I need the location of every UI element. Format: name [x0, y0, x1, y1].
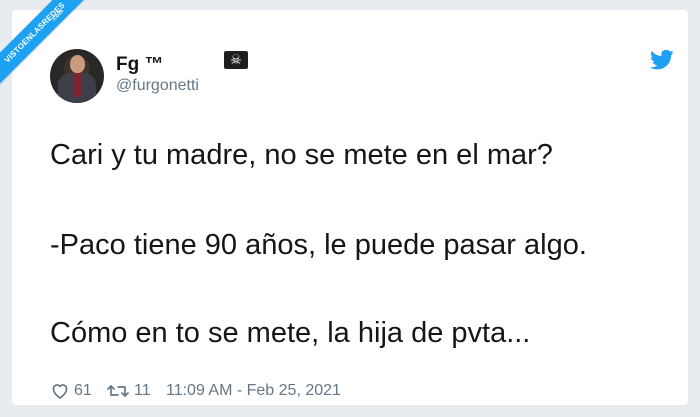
retweet-icon[interactable] — [106, 381, 130, 401]
tweet-text-line: Cari y tu madre, no se mete en el mar? — [50, 139, 553, 171]
twitter-bird-icon[interactable] — [650, 50, 674, 70]
retweet-count: 11 — [134, 382, 151, 399]
skull-and-crossbones-icon: ☠ — [224, 51, 248, 69]
heart-icon[interactable] — [50, 381, 70, 401]
avatar-face — [70, 55, 85, 73]
display-name[interactable]: Fg ™ — [116, 54, 164, 76]
tweet-timestamp[interactable]: 11:09 AM - Feb 25, 2021 — [166, 381, 341, 401]
tweet-text-line: -Paco tiene 90 años, le puede pasar algo… — [50, 229, 587, 261]
tweet-card[interactable]: Fg ™ ☠ @furgonetti Cari y tu madre, no s… — [12, 10, 688, 405]
avatar-tie — [74, 73, 81, 97]
screenshot-frame: VISTOENLASREDES .com Fg ™ ☠ @furgonetti … — [0, 0, 700, 417]
user-handle[interactable]: @furgonetti — [116, 77, 199, 95]
tweet-text-line: Cómo en to se mete, la hija de pvta... — [50, 317, 531, 349]
avatar[interactable] — [50, 49, 104, 103]
like-count: 61 — [74, 382, 92, 399]
